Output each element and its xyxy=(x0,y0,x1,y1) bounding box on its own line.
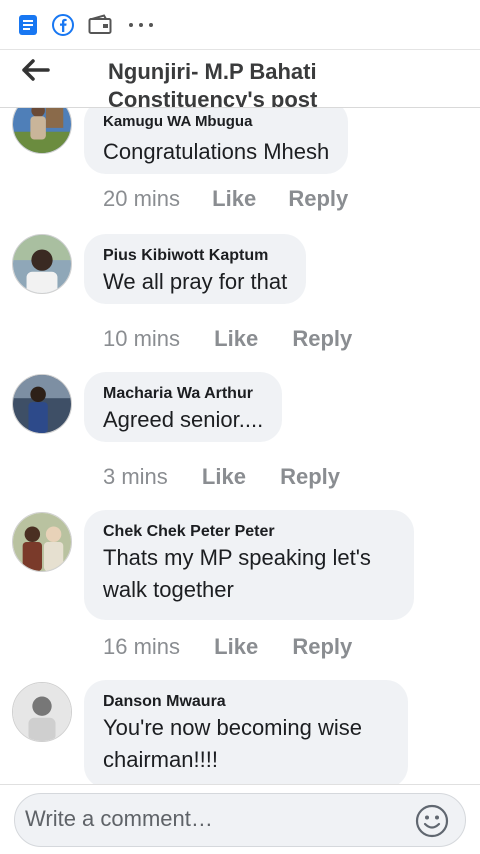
commenter-name[interactable]: Chek Chek Peter Peter xyxy=(103,522,395,542)
comment-bubble[interactable]: Macharia Wa Arthur Agreed senior.... xyxy=(84,372,283,442)
like-button[interactable]: Like xyxy=(214,634,258,660)
avatar[interactable] xyxy=(12,374,72,434)
page-title: Ngunjiri- M.P Bahati Constituency's post xyxy=(108,59,318,108)
comment-text: Thats my MP speaking let's walk together xyxy=(103,545,371,602)
avatar[interactable] xyxy=(12,234,72,294)
reply-button[interactable]: Reply xyxy=(280,464,340,490)
comment-bubble[interactable]: Chek Chek Peter Peter Thats my MP speaki… xyxy=(84,510,414,620)
back-arrow-icon[interactable] xyxy=(20,58,52,82)
like-button[interactable]: Like xyxy=(214,326,258,352)
comment-time: 16 mins xyxy=(103,634,181,659)
reply-button[interactable]: Reply xyxy=(288,186,348,212)
notes-app-icon xyxy=(19,15,37,35)
comment-text: We all pray for that xyxy=(103,269,288,294)
reply-button[interactable]: Reply xyxy=(292,634,352,660)
comment-text: Agreed senior.... xyxy=(103,407,264,432)
comment-composer: Write a comment… xyxy=(0,784,480,854)
facebook-icon xyxy=(52,14,74,36)
comment-time: 20 mins xyxy=(103,186,181,211)
reply-button[interactable]: Reply xyxy=(292,326,352,352)
like-button[interactable]: Like xyxy=(202,464,246,490)
comment-input-placeholder: Write a comment… xyxy=(25,806,213,831)
comment-thread[interactable]: Kamugu WA Mbugua Congratulations Mhesh 2… xyxy=(0,108,480,784)
comment-input[interactable]: Write a comment… xyxy=(14,793,466,847)
comment-text: You're now becoming wise chairman!!!! xyxy=(103,715,362,772)
commenter-name[interactable]: Pius Kibiwott Kaptum xyxy=(103,246,287,266)
commenter-name[interactable]: Macharia Wa Arthur xyxy=(103,384,263,404)
commenter-name[interactable]: Kamugu WA Mbugua xyxy=(103,112,329,132)
commenter-name[interactable]: Danson Mwaura xyxy=(103,692,389,712)
comment-actions: 20 mins Like Reply xyxy=(103,186,348,212)
emoji-icon[interactable] xyxy=(415,804,449,838)
more-dots-icon[interactable] xyxy=(128,22,154,28)
like-button[interactable]: Like xyxy=(212,186,256,212)
comment-text: Congratulations Mhesh xyxy=(103,139,330,164)
avatar[interactable] xyxy=(12,108,72,154)
comment-actions: 3 mins Like Reply xyxy=(103,464,340,490)
avatar[interactable] xyxy=(12,512,72,572)
comment-actions: 16 mins Like Reply xyxy=(103,634,352,660)
comment-bubble[interactable]: Danson Mwaura You're now becoming wise c… xyxy=(84,680,408,784)
comment-bubble[interactable]: Pius Kibiwott Kaptum We all pray for tha… xyxy=(84,234,307,304)
comment-time: 10 mins xyxy=(103,326,181,351)
status-bar xyxy=(0,0,480,50)
avatar[interactable] xyxy=(12,682,72,742)
post-header: Ngunjiri- M.P Bahati Constituency's post xyxy=(0,50,480,108)
wallet-icon xyxy=(88,14,112,34)
comment-time: 3 mins xyxy=(103,464,168,489)
comment-actions: 10 mins Like Reply xyxy=(103,326,352,352)
comment-bubble[interactable]: Kamugu WA Mbugua Congratulations Mhesh xyxy=(84,108,349,174)
